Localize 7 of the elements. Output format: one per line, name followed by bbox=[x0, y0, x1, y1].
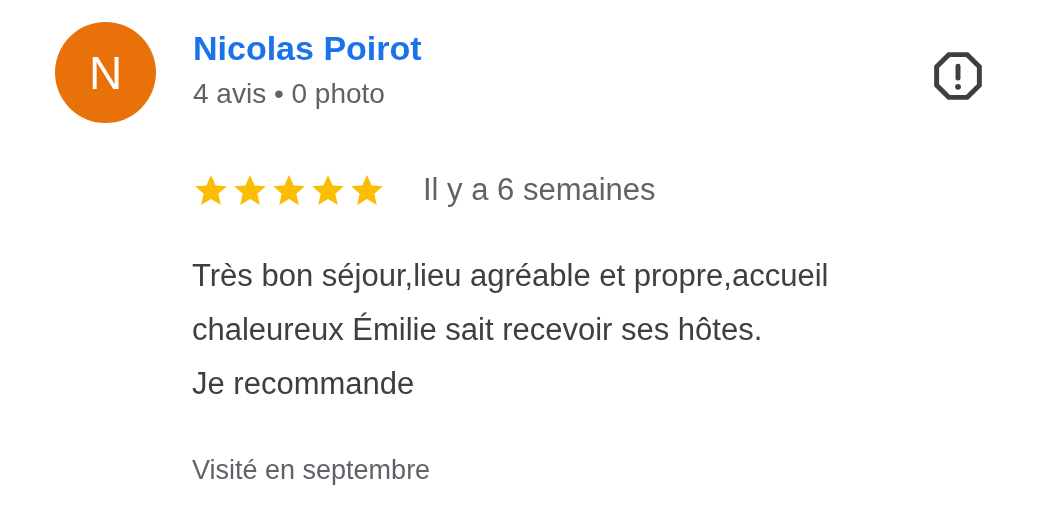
report-icon[interactable] bbox=[931, 49, 985, 103]
avatar[interactable]: N bbox=[55, 22, 156, 123]
author-meta: 4 avis • 0 photo bbox=[193, 77, 385, 111]
visit-date: Visité en septembre bbox=[192, 455, 431, 486]
review-text: Très bon séjour,lieu agréable et propre,accueil chaleureux Émilie sait recevoir ses hôtes. Je recommande bbox=[192, 257, 829, 403]
review-time: Il y a 6 semaines bbox=[423, 172, 656, 208]
author-name[interactable]: Nicolas Poirot bbox=[193, 22, 422, 74]
